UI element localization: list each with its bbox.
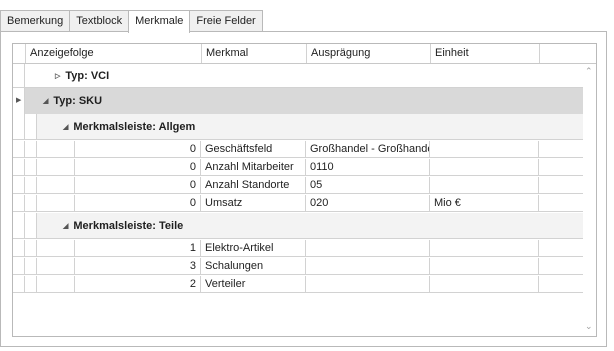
group-label: Typ: SKU <box>53 95 103 107</box>
cell-einheit[interactable] <box>430 276 539 292</box>
column-header-einheit[interactable]: Einheit <box>430 44 539 63</box>
cell-auspraegung[interactable]: 0110 <box>306 159 430 175</box>
header-selector <box>13 44 25 63</box>
cell-auspraegung[interactable]: 05 <box>306 177 430 193</box>
cell-einheit[interactable] <box>430 240 539 256</box>
grid-header: Anzeigefolge Merkmal Ausprägung Einheit <box>13 44 596 64</box>
cell-order[interactable]: 1 <box>75 240 201 256</box>
row-selector[interactable] <box>13 141 25 157</box>
row-selector[interactable]: ▶ <box>13 88 25 114</box>
table-row[interactable]: 0 Anzahl Mitarbeiter 0110 <box>13 159 583 176</box>
expanded-triangle-icon[interactable]: ◢ <box>43 89 48 114</box>
column-header-anzeigefolge[interactable]: Anzeigefolge <box>25 44 201 63</box>
table-row[interactable]: 3 Schalungen <box>13 258 583 275</box>
cell-order[interactable]: 0 <box>75 159 201 175</box>
collapsed-triangle-icon[interactable]: ▷ <box>55 65 60 87</box>
column-header-empty <box>539 44 596 63</box>
row-selector[interactable] <box>13 177 25 193</box>
tab-merkmale[interactable]: Merkmale <box>128 10 191 33</box>
cell-order[interactable]: 0 <box>75 177 201 193</box>
cell-merkmal[interactable]: Elektro-Artikel <box>201 240 306 256</box>
cell-merkmal[interactable]: Umsatz <box>201 195 306 211</box>
group-label: Typ: VCI <box>65 70 110 82</box>
merkmale-grid: Anzeigefolge Merkmal Ausprägung Einheit … <box>12 43 597 337</box>
cell-auspraegung[interactable] <box>306 240 430 256</box>
group-label: Merkmalsleiste: Teile <box>73 220 184 232</box>
row-selector[interactable] <box>13 276 25 292</box>
column-header-auspraegung[interactable]: Ausprägung <box>306 44 430 63</box>
tab-content-panel: Anzeigefolge Merkmal Ausprägung Einheit … <box>0 31 607 347</box>
group-row-typ-vci[interactable]: ▷ Typ: VCI <box>13 64 583 88</box>
vertical-scrollbar[interactable]: ⌃ ⌄ <box>583 64 596 336</box>
expanded-triangle-icon[interactable]: ◢ <box>63 214 68 238</box>
cell-order[interactable]: 0 <box>75 195 201 211</box>
cell-merkmal[interactable]: Schalungen <box>201 258 306 274</box>
table-row[interactable]: 0 Anzahl Standorte 05 <box>13 177 583 194</box>
cell-order[interactable]: 2 <box>75 276 201 292</box>
cell-auspraegung[interactable]: Großhandel - Großhandel <box>306 141 430 157</box>
cell-einheit[interactable] <box>430 177 539 193</box>
cell-einheit[interactable]: Mio € <box>430 195 539 211</box>
row-selector[interactable] <box>13 195 25 211</box>
table-row[interactable]: 2 Verteiler <box>13 276 583 293</box>
table-row[interactable]: 1 Elektro-Artikel <box>13 240 583 257</box>
row-selector[interactable] <box>13 159 25 175</box>
tab-bemerkung[interactable]: Bemerkung <box>0 10 71 31</box>
cell-einheit[interactable] <box>430 258 539 274</box>
group-row-leiste-teile[interactable]: ◢ Merkmalsleiste: Teile <box>13 213 583 239</box>
cell-merkmal[interactable]: Anzahl Mitarbeiter <box>201 159 306 175</box>
group-label: Merkmalsleiste: Allgem <box>73 121 196 133</box>
cell-merkmal[interactable]: Verteiler <box>201 276 306 292</box>
group-row-typ-sku[interactable]: ▶ ◢ Typ: SKU <box>13 88 583 114</box>
cell-merkmal[interactable]: Geschäftsfeld <box>201 141 306 157</box>
table-row[interactable]: 0 Umsatz 020 Mio € <box>13 195 583 212</box>
row-pointer-icon: ▶ <box>16 97 22 104</box>
row-selector[interactable] <box>13 240 25 256</box>
cell-einheit[interactable] <box>430 141 539 157</box>
tab-textblock[interactable]: Textblock <box>69 10 130 31</box>
tab-freie-felder[interactable]: Freie Felder <box>189 10 263 31</box>
row-selector[interactable] <box>13 258 25 274</box>
cell-merkmal[interactable]: Anzahl Standorte <box>201 177 306 193</box>
table-row[interactable]: 0 Geschäftsfeld Großhandel - Großhandel <box>13 141 583 158</box>
cell-order[interactable]: 3 <box>75 258 201 274</box>
row-selector[interactable] <box>13 213 25 238</box>
cell-auspraegung[interactable] <box>306 276 430 292</box>
tab-strip: Bemerkung Textblock Merkmale Freie Felde… <box>0 10 263 33</box>
cell-auspraegung[interactable]: 020 <box>306 195 430 211</box>
expanded-triangle-icon[interactable]: ◢ <box>63 115 68 139</box>
cell-order[interactable]: 0 <box>75 141 201 157</box>
row-selector[interactable] <box>13 114 25 139</box>
group-row-leiste-allgem[interactable]: ◢ Merkmalsleiste: Allgem <box>13 114 583 140</box>
row-selector[interactable] <box>13 64 25 87</box>
cell-auspraegung[interactable] <box>306 258 430 274</box>
chevron-up-icon[interactable]: ⌃ <box>585 66 593 77</box>
column-header-merkmal[interactable]: Merkmal <box>201 44 306 63</box>
chevron-down-icon[interactable]: ⌄ <box>585 321 593 332</box>
cell-einheit[interactable] <box>430 159 539 175</box>
